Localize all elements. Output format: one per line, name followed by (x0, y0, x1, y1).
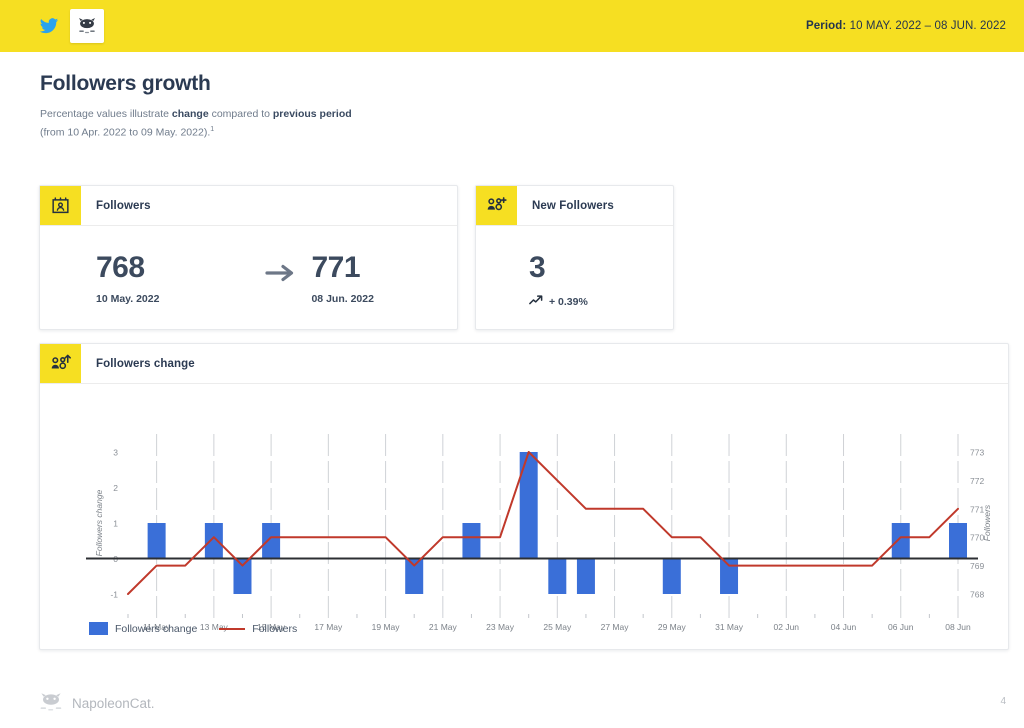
new-followers-delta-text: + 0.39% (549, 295, 588, 308)
new-followers-value: 3 (529, 251, 546, 284)
legend-item-followers-change: Followers change (89, 622, 197, 635)
trend-up-arrow-icon (529, 294, 545, 309)
followers-card-body: 768 10 May. 2022 771 08 Jun. 2022 (40, 226, 457, 329)
chart-legend: Followers change Followers (89, 622, 297, 635)
svg-text:2: 2 (113, 483, 118, 493)
svg-text:769: 769 (970, 561, 984, 571)
svg-text:02 Jun: 02 Jun (774, 622, 800, 632)
svg-text:1: 1 (113, 519, 118, 529)
chart-card-header: Followers change (40, 344, 1008, 384)
svg-text:Followers: Followers (982, 504, 992, 541)
legend-item-followers: Followers (219, 623, 297, 635)
followers-card-title: Followers (96, 199, 151, 212)
twitter-bird-icon (38, 16, 60, 36)
new-followers-card-title: New Followers (532, 199, 614, 212)
contact-card-person-icon (40, 186, 81, 225)
page-number: 4 (1000, 696, 1006, 707)
new-followers-card-header: New Followers (476, 186, 673, 226)
subtitle-bold-previous-period: previous period (272, 108, 352, 120)
svg-text:31 May: 31 May (715, 622, 744, 632)
svg-text:773: 773 (970, 448, 984, 458)
svg-text:06 Jun: 06 Jun (888, 622, 914, 632)
svg-text:768: 768 (970, 590, 984, 600)
footer-brand-text: NapoleonCat. (72, 696, 155, 711)
footer-brand: NapoleonCat. (38, 692, 155, 715)
subtitle-bold-change: change (171, 108, 209, 120)
svg-text:772: 772 (970, 476, 984, 486)
followers-change-plot: 3210-177377277177076976811 May13 May15 M… (86, 434, 992, 632)
report-page: Period: 10 MAY. 2022 – 08 JUN. 2022 Foll… (0, 0, 1024, 728)
followers-card-header: Followers (40, 186, 457, 226)
followers-start-date: 10 May. 2022 (96, 293, 160, 305)
svg-text:29 May: 29 May (658, 622, 687, 632)
new-followers-delta: + 0.39% (529, 294, 673, 309)
followers-end-date: 08 Jun. 2022 (311, 293, 374, 305)
svg-text:21 May: 21 May (429, 622, 458, 632)
arrow-right-icon (251, 226, 309, 284)
napoleoncat-logo-icon (70, 9, 104, 43)
period-value: 10 MAY. 2022 – 08 JUN. 2022 (849, 20, 1006, 32)
period-label-text: Period: (806, 20, 847, 32)
followers-end-block: 771 08 Jun. 2022 (309, 226, 457, 306)
followers-start-block: 768 10 May. 2022 (40, 226, 251, 306)
new-followers-card-body: 3 + 0.39% (476, 226, 673, 309)
period-label: Period: 10 MAY. 2022 – 08 JUN. 2022 (806, 20, 1006, 32)
svg-text:19 May: 19 May (372, 622, 401, 632)
svg-text:-1: -1 (110, 590, 118, 600)
subtitle-part-2: compared to (208, 108, 273, 120)
followers-start-value: 768 (96, 251, 145, 284)
napoleoncat-cat-logo-icon (38, 692, 64, 715)
svg-text:25 May: 25 May (543, 622, 572, 632)
followers-change-chart-card: Followers change 3210-177377277177076976… (39, 343, 1009, 650)
svg-text:08 Jun: 08 Jun (945, 622, 971, 632)
svg-text:17 May: 17 May (314, 622, 343, 632)
page-subtitle: Percentage values illustrate change comp… (40, 107, 460, 141)
subtitle-footnote-marker: 1 (210, 126, 215, 133)
chart-card-title: Followers change (96, 357, 195, 370)
chart-plot-area: 3210-177377277177076976811 May13 May15 M… (40, 384, 1008, 649)
new-followers-card: New Followers 3 + 0.39% (475, 185, 674, 330)
subtitle-part-1: Percentage values illustrate (40, 108, 172, 120)
page-title: Followers growth (40, 72, 211, 95)
followers-change-up-icon (40, 344, 81, 383)
header-brand-icons (38, 9, 104, 43)
followers-end-value: 771 (311, 251, 361, 284)
legend-label-followers: Followers (252, 622, 298, 635)
legend-label-followers-change: Followers change (115, 622, 198, 635)
legend-bar-swatch-icon (89, 622, 108, 635)
user-plus-icon (476, 186, 517, 225)
followers-card: Followers 768 10 May. 2022 771 08 Jun. 2… (39, 185, 458, 330)
svg-text:27 May: 27 May (601, 622, 630, 632)
svg-text:3: 3 (113, 448, 118, 458)
subtitle-line-2: (from 10 Apr. 2022 to 09 May. 2022). (40, 126, 211, 139)
svg-text:04 Jun: 04 Jun (831, 622, 857, 632)
legend-line-swatch-icon (219, 627, 246, 630)
header-bar: Period: 10 MAY. 2022 – 08 JUN. 2022 (0, 0, 1024, 52)
svg-text:23 May: 23 May (486, 622, 515, 632)
svg-text:Followers change: Followers change (94, 489, 104, 556)
